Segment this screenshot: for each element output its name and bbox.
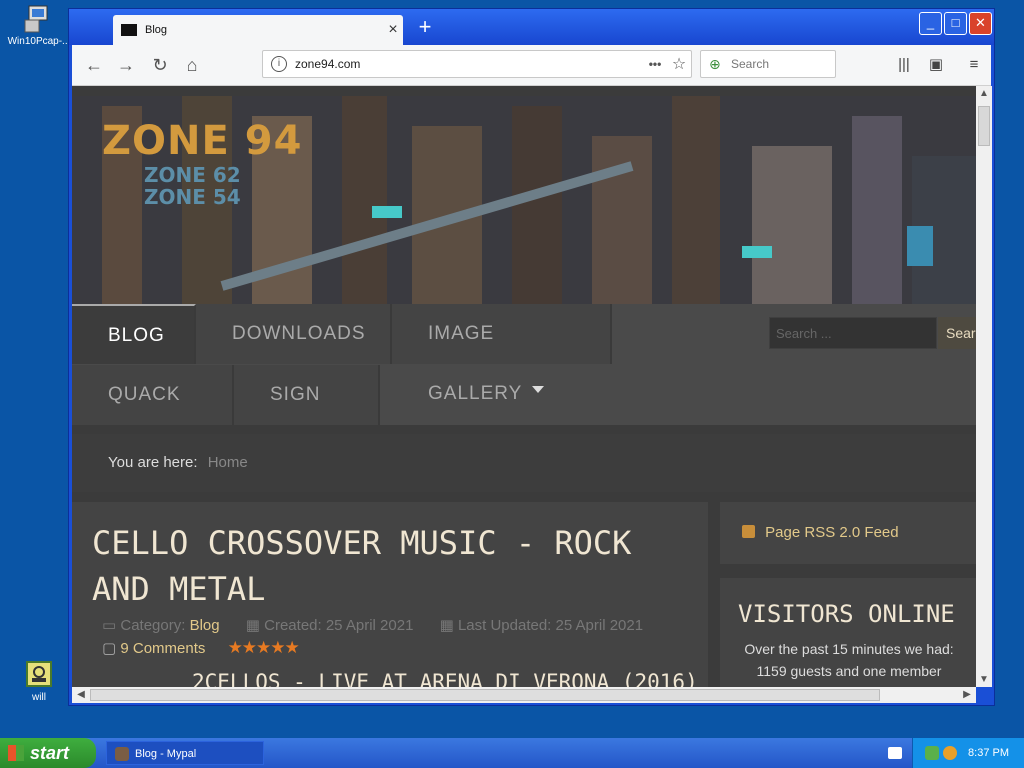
desktop-icon-label: Win10Pcap-... <box>7 36 71 47</box>
visitors-text: Over the past 15 minutes we had: 1159 gu… <box>734 638 964 682</box>
menu-item-quack-it[interactable]: QUACK IT <box>72 365 234 465</box>
menu-item-label: IMAGE GALLERY <box>428 323 523 404</box>
maximize-button[interactable]: □ <box>944 12 967 35</box>
scroll-right-icon[interactable]: ▶ <box>960 689 974 700</box>
sidebar-icon[interactable]: ▣ <box>926 55 946 75</box>
menu-item-downloads[interactable]: DOWNLOADS <box>196 304 392 394</box>
site-menu: BLOG DOWNLOADS IMAGE GALLERY QUACK IT SI… <box>72 304 976 465</box>
minimize-button[interactable]: _ <box>919 12 942 35</box>
browser-window: Blog × + _ □ ✕ ← → ↻ ⌂ i zone94.com ••• … <box>68 8 995 706</box>
scroll-thumb[interactable] <box>90 689 880 701</box>
menu-item-label: BLOG <box>108 325 165 346</box>
search-icon[interactable] <box>943 746 957 760</box>
scroll-up-icon[interactable]: ▲ <box>977 88 991 99</box>
search-engine-icon: ⊕ <box>709 56 721 72</box>
rating-stars[interactable]: ★★★★★ <box>228 638 300 657</box>
page-actions-icon[interactable]: ••• <box>643 57 667 71</box>
menu-item-sign-in[interactable]: SIGN IN <box>234 365 380 465</box>
created-date: Created: 25 April 2021 <box>264 617 414 634</box>
logo-sub-line: ZONE 54 <box>144 185 241 209</box>
page-viewport: ZONE 94 ZONE 62 ZONE 54 BLOG DOWNLOADS I… <box>72 86 976 687</box>
network-icon[interactable] <box>925 746 939 760</box>
desktop-icon-label: will <box>32 692 46 703</box>
visitors-count: 1159 guests and one member <box>756 663 942 679</box>
taskbar-item-label: Blog - Mypal <box>135 748 197 760</box>
home-icon[interactable]: ⌂ <box>178 51 206 79</box>
system-tray: 8:37 PM <box>912 738 1024 768</box>
comment-icon: ▢ <box>102 640 117 657</box>
category-label: Category: <box>120 617 186 634</box>
article: CELLO CROSSOVER MUSIC - ROCK AND METAL ▭… <box>72 502 708 687</box>
breadcrumb-label: You are here: <box>108 454 198 471</box>
navigation-toolbar: ← → ↻ ⌂ i zone94.com ••• ☆ ⊕ Search ||| … <box>72 45 991 86</box>
new-tab-button[interactable]: + <box>413 13 437 41</box>
start-label: start <box>30 743 70 763</box>
title-bar: Blog × + _ □ ✕ <box>69 9 994 45</box>
reload-icon[interactable]: ↻ <box>146 51 174 79</box>
bookmark-star-icon[interactable]: ☆ <box>667 54 691 74</box>
scroll-thumb[interactable] <box>978 106 990 146</box>
visitors-title: VISITORS ONLINE <box>738 600 955 628</box>
site-logo[interactable]: ZONE 94 <box>102 118 302 164</box>
logo-sub-line: ZONE 62 <box>144 163 241 187</box>
site-search-button[interactable]: Sear <box>938 317 976 349</box>
visitors-text-line: Over the past 15 minutes we had: <box>744 641 954 657</box>
scroll-left-icon[interactable]: ◀ <box>74 689 88 700</box>
article-meta: ▭ Category: Blog ▦ Created: 25 April 202… <box>102 616 643 634</box>
menu-item-image-gallery[interactable]: IMAGE GALLERY <box>392 304 612 404</box>
rss-feed-link[interactable]: Page RSS 2.0 Feed <box>720 502 976 564</box>
menu-item-label: DOWNLOADS <box>232 323 366 344</box>
library-icon[interactable]: ||| <box>894 55 914 75</box>
taskbar-item-blog[interactable]: Blog - Mypal <box>106 741 264 765</box>
keyboard-icon[interactable] <box>888 747 902 759</box>
article-title[interactable]: CELLO CROSSOVER MUSIC - ROCK AND METAL <box>92 520 652 612</box>
address-bar[interactable]: i zone94.com ••• ☆ <box>262 50 692 78</box>
scroll-down-icon[interactable]: ▼ <box>977 674 991 685</box>
forward-icon[interactable]: → <box>112 51 140 79</box>
caret-down-icon <box>532 386 545 394</box>
article-subheading: 2CELLOS - LIVE AT ARENA DI VERONA (2016) <box>192 670 698 687</box>
comments-link[interactable]: 9 Comments <box>120 640 205 657</box>
search-placeholder: Search <box>731 57 770 71</box>
back-icon[interactable]: ← <box>80 51 108 79</box>
site-header-banner: ZONE 94 ZONE 62 ZONE 54 <box>72 96 976 304</box>
calendar-icon: ▦ <box>439 617 454 634</box>
menu-icon[interactable]: ≡ <box>964 55 984 75</box>
start-button[interactable]: start <box>0 738 96 768</box>
site-search-input[interactable]: Search ... <box>769 317 937 349</box>
visitors-online-widget: VISITORS ONLINE Over the past 15 minutes… <box>720 578 976 687</box>
horizontal-scrollbar[interactable]: ◀ ▶ <box>72 687 976 703</box>
rss-icon <box>742 524 755 538</box>
browser-icon <box>115 747 129 761</box>
calendar-icon: ▦ <box>245 617 260 634</box>
updated-date: Last Updated: 25 April 2021 <box>457 617 644 634</box>
user-folder-icon <box>23 658 55 690</box>
tab-title: Blog <box>145 24 168 36</box>
tab-blog[interactable]: Blog × <box>113 15 403 45</box>
vertical-scrollbar[interactable]: ▲ ▼ <box>976 86 992 687</box>
browser-search-input[interactable]: ⊕ Search <box>700 50 836 78</box>
site-logo-sub: ZONE 62 ZONE 54 <box>144 164 241 208</box>
desktop-icon-will[interactable]: will <box>4 658 74 703</box>
desktop-icon-win10pcap[interactable]: Win10Pcap-... <box>4 2 74 47</box>
url-text[interactable]: zone94.com <box>295 57 643 71</box>
rss-label: Page RSS 2.0 Feed <box>765 524 899 541</box>
close-button[interactable]: ✕ <box>969 12 992 35</box>
clock[interactable]: 8:37 PM <box>968 738 1009 768</box>
category-link[interactable]: Blog <box>190 617 220 634</box>
taskbar: start Blog - Mypal 8:37 PM <box>0 738 1024 768</box>
article-meta-secondary: ▢ 9 Comments ★★★★★ <box>102 638 300 658</box>
site-info-icon[interactable]: i <box>271 56 287 72</box>
windows-flag-icon <box>8 745 24 761</box>
breadcrumb-home-link[interactable]: Home <box>208 454 248 471</box>
installer-icon <box>23 2 55 34</box>
close-tab-icon[interactable]: × <box>383 21 403 39</box>
site-favicon-icon <box>121 24 137 36</box>
menu-item-blog[interactable]: BLOG <box>72 304 196 396</box>
folder-icon: ▭ <box>102 617 117 634</box>
breadcrumb: You are here: Home <box>72 434 976 492</box>
